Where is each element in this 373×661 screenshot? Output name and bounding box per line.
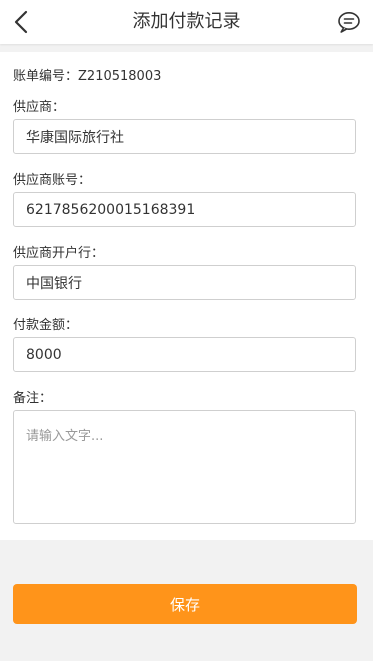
chat-bubble-icon [338, 12, 360, 33]
supplier-field[interactable] [13, 119, 356, 154]
chat-button[interactable] [333, 6, 365, 38]
chevron-left-icon [14, 10, 28, 34]
bill-number-row: 账单编号：Z210518003 [13, 65, 161, 84]
form-card: 账单编号：Z210518003 供应商： 供应商账号： 供应商开户行： 付款金额… [0, 52, 373, 540]
supplier-bank-field[interactable] [13, 265, 356, 300]
supplier-account-label: 供应商账号： [13, 173, 92, 188]
payment-amount-field[interactable] [13, 337, 356, 372]
supplier-account-field[interactable] [13, 192, 356, 227]
top-bar: 添加付款记录 [0, 0, 373, 44]
bill-number-value: Z210518003 [78, 69, 162, 84]
page-title: 添加付款记录 [132, 11, 241, 32]
remark-label: 备注： [13, 391, 53, 406]
supplier-label: 供应商： [13, 100, 66, 115]
bill-number-label: 账单编号： [13, 69, 79, 84]
save-button[interactable]: 保存 [13, 584, 357, 624]
back-button[interactable] [0, 0, 44, 44]
supplier-bank-label: 供应商开户行： [13, 246, 105, 261]
payment-amount-label: 付款金额： [13, 318, 79, 333]
remark-textarea[interactable] [13, 410, 356, 524]
